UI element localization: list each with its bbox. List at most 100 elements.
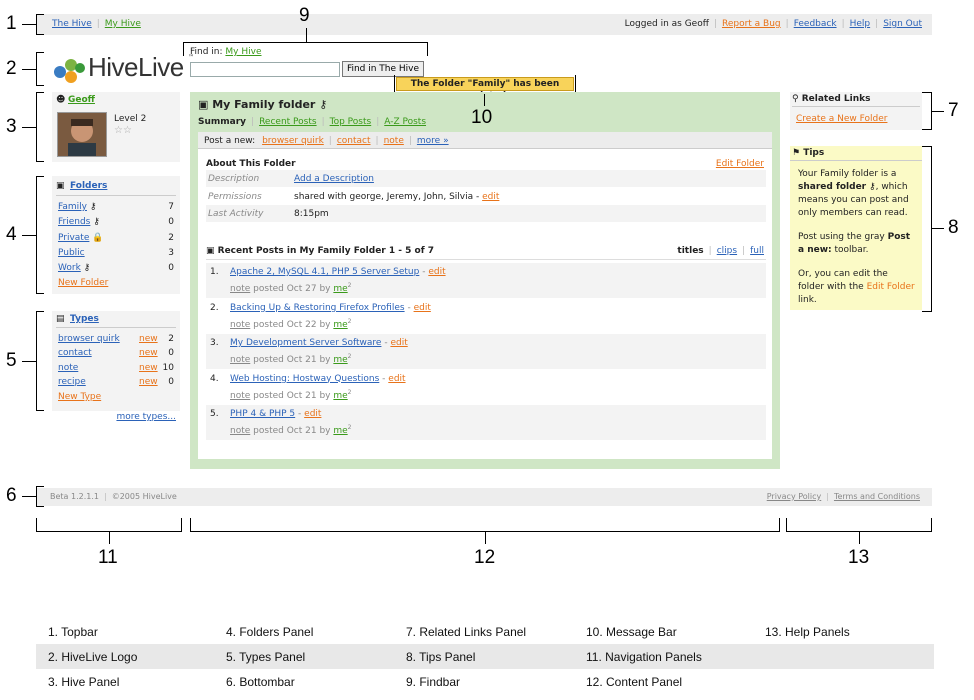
key-icon: ⚷: [869, 182, 876, 192]
callout-8: 8: [948, 217, 959, 238]
post-edit-link[interactable]: edit: [388, 374, 405, 384]
post-edit-link[interactable]: edit: [428, 267, 445, 277]
version-text: Beta 1.2.1.1: [50, 492, 99, 501]
type-new-link[interactable]: new: [139, 363, 158, 373]
my-hive-link[interactable]: My Hive: [105, 19, 141, 29]
related-title: Related Links: [801, 94, 871, 104]
post-author-link[interactable]: me: [333, 284, 347, 294]
post-number: 2.: [210, 302, 219, 313]
post-title-link[interactable]: Apache 2, MySQL 4.1, PHP 5 Server Setup: [230, 267, 419, 277]
folder-count: 3: [168, 248, 174, 258]
view-clips[interactable]: clips: [717, 246, 737, 256]
post-new-browser-quirk[interactable]: browser quirk: [262, 136, 324, 146]
content-panel: ▣ My Family folder ⚷ Summary | Recent Post…: [190, 92, 780, 469]
the-hive-link[interactable]: The Hive: [52, 19, 92, 29]
post-type-link[interactable]: note: [230, 355, 250, 365]
post-type-link[interactable]: note: [230, 284, 250, 294]
tip-edit-folder-link[interactable]: Edit Folder: [867, 282, 915, 292]
bracket-8: [922, 146, 932, 312]
legend-item: 8. Tips Panel: [406, 650, 476, 664]
view-titles[interactable]: titles: [677, 246, 703, 256]
bracket-13: [786, 518, 932, 532]
topbar: The Hive | My Hive Logged in as Geoff | Repo…: [36, 14, 932, 35]
view-full[interactable]: full: [750, 246, 764, 256]
callout-12: 12: [474, 547, 496, 568]
sign-out-link[interactable]: Sign Out: [883, 19, 922, 29]
terms-link[interactable]: Terms and Conditions: [834, 492, 920, 501]
create-new-folder-link[interactable]: Create a New Folder: [796, 114, 887, 124]
new-type-link[interactable]: New Type: [58, 392, 174, 402]
folders-title[interactable]: Folders: [70, 181, 107, 191]
avatar[interactable]: [57, 112, 107, 157]
type-new-link[interactable]: new: [139, 348, 158, 358]
folder-item-work[interactable]: Work: [58, 263, 81, 273]
avatar-image: [58, 113, 106, 156]
tab-az-posts[interactable]: A-Z Posts: [384, 117, 426, 127]
tip-paragraph: Or, you can edit the folder with the Edi…: [798, 269, 915, 305]
post-number: 4.: [210, 373, 219, 384]
username-link[interactable]: Geoff: [68, 95, 95, 105]
post-author-link[interactable]: me: [333, 426, 347, 436]
hive-panel: ☻ Geoff Level 2 ☆☆: [52, 92, 180, 162]
post-author-link[interactable]: me: [333, 391, 347, 401]
post-type-link[interactable]: note: [230, 391, 250, 401]
tab-top-posts[interactable]: Top Posts: [330, 117, 372, 127]
key-icon: ⚷: [83, 263, 91, 273]
post-author-count: 2: [347, 317, 352, 325]
post-title-link[interactable]: PHP 4 & PHP 5: [230, 409, 295, 419]
post-title-link[interactable]: Backing Up & Restoring Firefox Profiles: [230, 303, 405, 313]
type-item-recipe[interactable]: recipe: [58, 377, 86, 387]
type-item-browser-quirk[interactable]: browser quirk: [58, 334, 120, 344]
folder-item-public[interactable]: Public: [58, 248, 85, 258]
type-item-contact[interactable]: contact: [58, 348, 92, 358]
post-title-link[interactable]: Web Hosting: Hostway Questions: [230, 374, 379, 384]
feedback-link[interactable]: Feedback: [794, 19, 837, 29]
report-bug-link[interactable]: Report a Bug: [722, 19, 781, 29]
findbar-bracket: [183, 42, 428, 56]
legend-item: 13. Help Panels: [765, 625, 850, 639]
legend-item: 7. Related Links Panel: [406, 625, 527, 639]
related-links-panel: ⚲ Related Links Create a New Folder: [790, 92, 922, 130]
callout-13: 13: [848, 547, 870, 568]
post-number: 3.: [210, 338, 219, 348]
tab-recent-posts[interactable]: Recent Posts: [259, 117, 317, 127]
search-input[interactable]: [190, 62, 340, 77]
tab-summary[interactable]: Summary: [198, 117, 246, 127]
type-new-link[interactable]: new: [139, 377, 158, 387]
post-edit-link[interactable]: edit: [304, 409, 321, 419]
post-edit-link[interactable]: edit: [390, 338, 407, 348]
folder-item-private[interactable]: Private: [58, 233, 89, 243]
post-new-contact[interactable]: contact: [337, 136, 371, 146]
key-icon: ⚷: [319, 98, 328, 111]
legend-item: 12. Content Panel: [586, 675, 683, 689]
post-type-link[interactable]: note: [230, 320, 250, 330]
recent-icon: ▣: [206, 246, 218, 256]
folder-item-friends[interactable]: Friends: [58, 217, 90, 227]
type-new-link[interactable]: new: [139, 334, 158, 344]
folder-item-family[interactable]: Family: [58, 202, 87, 212]
post-author-link[interactable]: me: [333, 320, 347, 330]
more-types-link[interactable]: more types...: [116, 412, 176, 422]
post-author-link[interactable]: me: [333, 355, 347, 365]
edit-folder-link[interactable]: Edit Folder: [716, 159, 764, 169]
post-title-link[interactable]: My Development Server Software: [230, 338, 381, 348]
description-label: Description: [208, 174, 260, 184]
permissions-edit-link[interactable]: edit: [482, 192, 499, 202]
callout-4: 4: [6, 224, 17, 245]
privacy-link[interactable]: Privacy Policy: [767, 492, 822, 501]
about-section: About This Folder Edit Folder Descriptio…: [206, 159, 766, 247]
callout-7: 7: [948, 100, 959, 121]
post-edit-link[interactable]: edit: [414, 303, 431, 313]
post-number: 5.: [210, 409, 219, 419]
help-link[interactable]: Help: [850, 19, 871, 29]
key-icon: ⚷: [93, 217, 100, 227]
add-description-link[interactable]: Add a Description: [294, 174, 374, 184]
post-type-link[interactable]: note: [230, 426, 250, 436]
post-new-more[interactable]: more »: [417, 136, 449, 146]
new-folder-link[interactable]: New Folder: [58, 278, 174, 288]
type-item-note[interactable]: note: [58, 363, 78, 373]
types-title[interactable]: Types: [70, 314, 99, 324]
post-new-note[interactable]: note: [384, 136, 404, 146]
callout-3: 3: [6, 116, 17, 137]
folder-count: 2: [168, 233, 174, 243]
